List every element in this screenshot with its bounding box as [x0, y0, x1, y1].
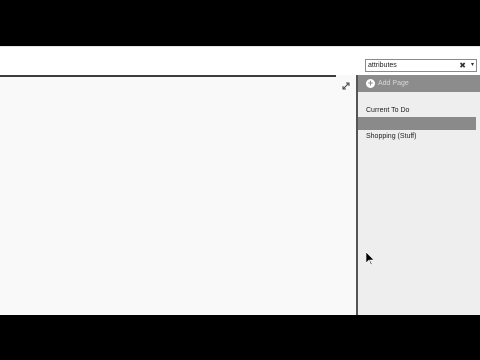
expand-icon[interactable] — [342, 82, 350, 90]
search-toolbar: ✖ ▾ — [0, 48, 480, 76]
clear-search-icon[interactable]: ✖ — [459, 60, 466, 71]
page-tab-current-to-do[interactable]: Current To Do — [358, 104, 476, 117]
search-scope-dropdown-icon[interactable]: ▾ — [471, 60, 474, 71]
page-tab-selected[interactable] — [358, 117, 476, 130]
page-tab-shopping-stuff[interactable]: Shopping (Stuff) — [358, 130, 476, 143]
onenote-window: ✖ ▾ + Add Page Current To Do Shopping (S… — [0, 46, 480, 315]
page-title-underline — [0, 75, 336, 77]
add-page-label: Add Page — [378, 80, 409, 87]
search-box[interactable]: ✖ ▾ — [365, 59, 477, 72]
mouse-pointer-icon — [365, 251, 375, 266]
plus-circle-icon: + — [366, 78, 375, 88]
page-canvas[interactable] — [0, 75, 356, 315]
add-page-button[interactable]: + Add Page — [358, 75, 480, 92]
search-input[interactable] — [368, 60, 456, 71]
title-bar-edge — [0, 46, 480, 47]
page-tabs-pane: + Add Page Current To Do Shopping (Stuff… — [358, 75, 480, 315]
